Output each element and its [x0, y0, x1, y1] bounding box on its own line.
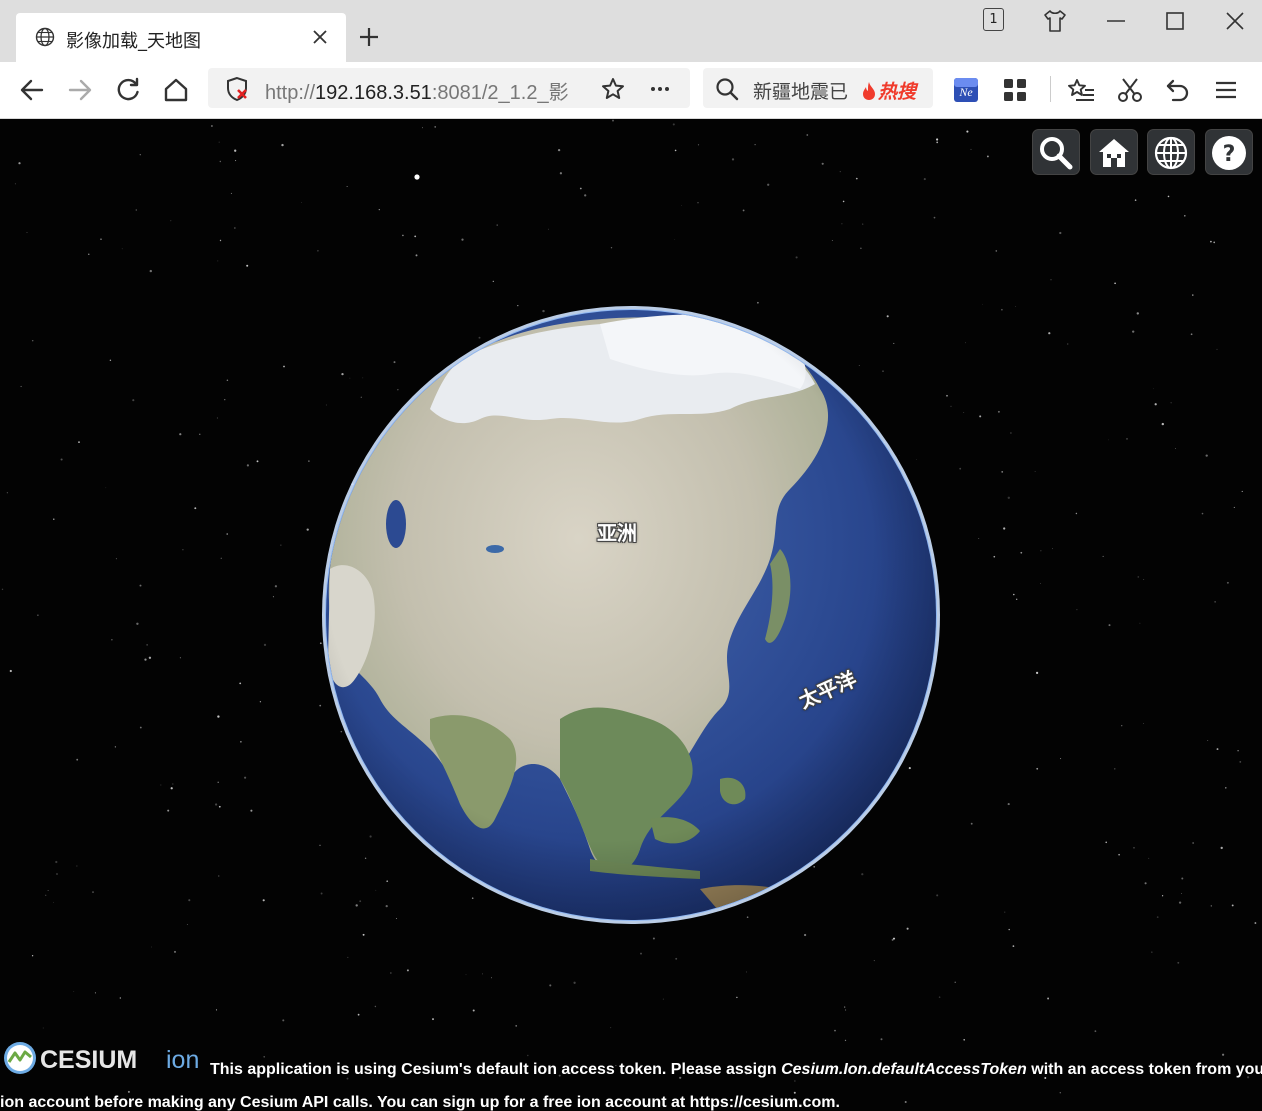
cesium-viewer[interactable]: 亚洲 太平洋 ? CESIUM ion This application is …	[0, 119, 1262, 1111]
tab-active[interactable]: 影像加载_天地图	[16, 13, 346, 62]
maximize-icon[interactable]	[1162, 8, 1188, 34]
window-close-icon[interactable]	[1222, 8, 1248, 34]
tab-count-button[interactable]: 1	[983, 8, 1004, 31]
globe-icon	[35, 27, 55, 47]
home-icon	[1099, 139, 1129, 167]
search-icon	[1040, 137, 1073, 170]
address-bar[interactable]: http://192.168.3.51:8081/2_1.2_影	[208, 68, 690, 108]
globe[interactable]	[0, 119, 1262, 1111]
close-icon[interactable]	[312, 29, 328, 45]
svg-text:CESIUM: CESIUM	[40, 1046, 137, 1074]
search-query[interactable]: 新疆地震已	[753, 77, 851, 104]
credit-line-1: This application is using Cesium's defau…	[210, 1061, 1262, 1078]
ne-extension-icon[interactable]: Ne	[952, 76, 980, 104]
favorites-list-icon[interactable]	[1068, 76, 1096, 104]
svg-text:Ne: Ne	[958, 85, 973, 99]
scissors-icon[interactable]	[1116, 76, 1144, 104]
minimize-icon[interactable]	[1103, 8, 1129, 34]
apps-grid-icon[interactable]	[1001, 76, 1029, 104]
tab-strip: 影像加载_天地图 1	[0, 0, 1262, 62]
shield-x-icon[interactable]	[224, 76, 250, 102]
globe-icon	[1154, 136, 1188, 170]
tab-title: 影像加载_天地图	[66, 31, 201, 52]
browser-window: 影像加载_天地图 1 http://192.168.3.51:8081/2_1.…	[0, 0, 1262, 1111]
forward-arrow-icon	[68, 79, 92, 101]
reload-icon[interactable]	[114, 76, 142, 104]
menu-icon[interactable]	[1212, 76, 1240, 104]
help-icon: ?	[1212, 136, 1246, 170]
tshirt-icon[interactable]	[1042, 8, 1068, 34]
undo-icon[interactable]	[1164, 76, 1192, 104]
search-button[interactable]	[1032, 129, 1080, 175]
plus-icon[interactable]	[358, 26, 380, 48]
star-icon[interactable]	[601, 77, 625, 101]
home-button[interactable]	[1090, 129, 1138, 175]
url-text[interactable]: http://192.168.3.51:8081/2_1.2_影	[265, 76, 595, 105]
help-button[interactable]: ?	[1205, 129, 1253, 175]
credit-line-2: ion account before making any Cesium API…	[0, 1094, 840, 1111]
cesium-ion-logo[interactable]: CESIUM ion	[2, 1040, 208, 1076]
home-icon[interactable]	[162, 76, 190, 104]
label-asia: 亚洲	[597, 521, 637, 545]
back-arrow-icon[interactable]	[18, 76, 46, 104]
navigation-toolbar: http://192.168.3.51:8081/2_1.2_影 新疆地震已 热…	[0, 62, 1262, 119]
toolbar-separator	[1050, 76, 1051, 102]
svg-text:ion: ion	[166, 1046, 199, 1074]
fire-icon	[863, 82, 875, 100]
search-box[interactable]: 新疆地震已 热搜	[703, 68, 933, 108]
scene-mode-button[interactable]	[1147, 129, 1195, 175]
search-icon[interactable]	[715, 77, 739, 101]
more-icon[interactable]	[648, 77, 672, 101]
hot-search-label[interactable]: 热搜	[860, 77, 916, 104]
svg-text:?: ?	[1223, 142, 1236, 167]
